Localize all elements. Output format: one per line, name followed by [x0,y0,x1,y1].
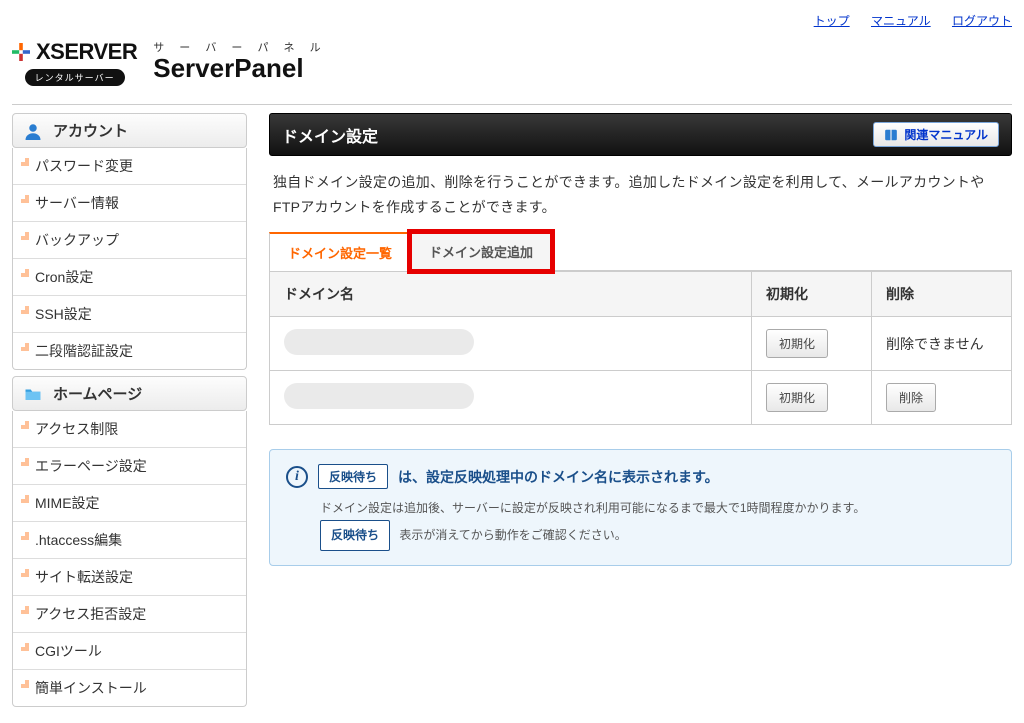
book-icon [884,128,898,142]
brand-name: XSERVER [36,39,137,65]
related-manual-label: 関連マニュアル [904,126,988,143]
sidebar-item-backup[interactable]: バックアップ [13,221,246,258]
xserver-logo-icon [12,43,30,61]
brand-panel: ServerPanel [153,54,326,83]
th-init: 初期化 [752,272,872,317]
sidebar-head-account-label: アカウント [53,120,128,141]
sidebar-item-mfa[interactable]: 二段階認証設定 [13,332,246,369]
main-titlebar: ドメイン設定 関連マニュアル [269,113,1012,156]
sidebar-item-cron[interactable]: Cron設定 [13,258,246,295]
rental-badge: レンタルサーバー [25,69,125,86]
header: XSERVER レンタルサーバー サ ー バ ー パ ネ ル ServerPan… [12,35,1012,105]
folder-icon [23,385,43,403]
sidebar-head-homepage-label: ホームページ [53,383,142,404]
sidebar-item-easy-install[interactable]: 簡単インストール [13,669,246,706]
init-button[interactable]: 初期化 [766,329,828,358]
domain-name-redacted [284,329,474,355]
related-manual-button[interactable]: 関連マニュアル [873,122,999,147]
main-panel: ドメイン設定 関連マニュアル 独自ドメイン設定の追加、削除を行うことができます。… [269,113,1012,713]
info-note2: 表示が消えてから動作をご確認ください。 [399,528,626,542]
sidebar-item-serverinfo[interactable]: サーバー情報 [13,184,246,221]
topnav-logout[interactable]: ログアウト [952,14,1012,28]
sidebar-item-cgi[interactable]: CGIツール [13,632,246,669]
info-note1: ドメイン設定は追加後、サーバーに設定が反映され利用可能になるまで最大で1時間程度… [320,497,995,520]
tab-domain-add[interactable]: ドメイン設定追加 [410,232,552,271]
topnav-top[interactable]: トップ [814,14,850,28]
sidebar-item-mime[interactable]: MIME設定 [13,484,246,521]
brand-serverpanel: サ ー バ ー パ ネ ル ServerPanel [153,42,326,83]
sidebar-item-password[interactable]: パスワード変更 [13,148,246,184]
pending-badge: 反映待ち [318,464,388,489]
table-row: 初期化 削除 [270,371,1012,425]
sidebar-item-errorpage[interactable]: エラーページ設定 [13,447,246,484]
tab-domain-list[interactable]: ドメイン設定一覧 [269,232,411,271]
delete-disabled-text: 削除できません [872,317,1012,371]
th-domain: ドメイン名 [270,272,752,317]
main-title: ドメイン設定 [282,123,378,147]
sidebar-head-account: アカウント [12,113,247,148]
th-delete: 削除 [872,272,1012,317]
top-nav: トップ マニュアル ログアウト [12,10,1012,35]
info-box: i 反映待ち は、設定反映処理中のドメイン名に表示されます。 ドメイン設定は追加… [269,449,1012,566]
sidebar-head-homepage: ホームページ [12,376,247,411]
delete-button[interactable]: 削除 [886,383,936,412]
tabs: ドメイン設定一覧 ドメイン設定追加 [269,232,1012,271]
sidebar-item-access-restrict[interactable]: アクセス制限 [13,411,246,447]
sidebar-item-ssh[interactable]: SSH設定 [13,295,246,332]
person-icon [23,122,43,140]
info-icon: i [286,466,308,488]
topnav-manual[interactable]: マニュアル [871,14,931,28]
domain-table: ドメイン名 初期化 削除 初期化 削除できません 初期化 削除 [269,271,1012,425]
table-row: 初期化 削除できません [270,317,1012,371]
sidebar-item-access-deny[interactable]: アクセス拒否設定 [13,595,246,632]
sidebar: アカウント パスワード変更 サーバー情報 バックアップ Cron設定 SSH設定… [12,113,247,713]
init-button[interactable]: 初期化 [766,383,828,412]
domain-name-redacted [284,383,474,409]
brand-xserver: XSERVER レンタルサーバー [12,39,137,86]
info-line1-text: は、設定反映処理中のドメイン名に表示されます。 [398,467,719,487]
sidebar-item-htaccess[interactable]: .htaccess編集 [13,521,246,558]
sidebar-item-site-transfer[interactable]: サイト転送設定 [13,558,246,595]
pending-badge: 反映待ち [320,520,390,551]
main-description: 独自ドメイン設定の追加、削除を行うことができます。追加したドメイン設定を利用して… [269,156,1012,226]
